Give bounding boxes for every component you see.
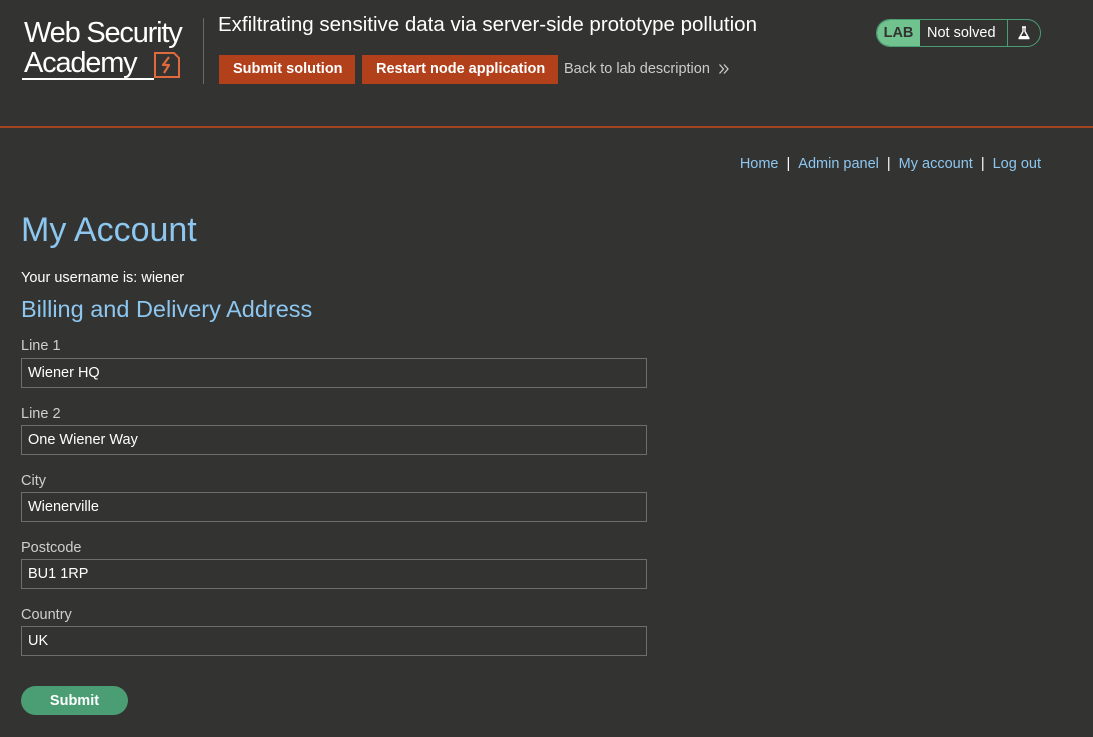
header-rule [0,126,1093,128]
nav-admin-panel-link[interactable]: Admin panel [798,156,879,172]
username-line: Your username is: wiener [21,270,185,286]
line1-label: Line 1 [21,338,61,354]
postcode-label: Postcode [21,540,82,556]
lab-header: Web Security Academy Exfiltrating sensit… [0,0,1093,128]
nav-separator: | [886,156,891,172]
logo-underline [22,78,154,80]
back-to-lab-description-link[interactable]: Back to lab description [564,61,730,77]
nav-log-out-link[interactable]: Log out [993,156,1041,172]
billing-address-heading: Billing and Delivery Address [21,296,313,322]
country-label: Country [21,607,72,623]
line1-input[interactable] [21,358,647,388]
top-navigation: Home | Admin panel | My account | Log out [740,156,1041,172]
web-security-academy-logo[interactable]: Web Security Academy [22,18,202,84]
logo-text-line1: Web Security [24,17,183,49]
double-chevron-right-icon [718,64,729,74]
submit-address-button[interactable]: Submit [21,686,128,715]
header-divider [203,18,204,84]
flask-icon [1008,20,1040,46]
lab-badge: LAB [877,20,920,46]
city-label: City [21,473,46,489]
line2-input[interactable] [21,425,647,455]
nav-home-link[interactable]: Home [740,156,779,172]
page-title: My Account [21,211,197,249]
logo-text-line2: Academy [24,47,138,79]
academy-mark-icon [154,52,180,78]
lab-status-text: Not solved [920,20,1008,46]
lab-title: Exfiltrating sensitive data via server-s… [218,13,757,36]
line2-label: Line 2 [21,406,61,422]
nav-my-account-link[interactable]: My account [899,156,973,172]
nav-separator: | [786,156,791,172]
city-input[interactable] [21,492,647,522]
country-input[interactable] [21,626,647,656]
nav-separator: | [980,156,985,172]
lab-status-widget: LAB Not solved [876,19,1041,47]
back-link-label: Back to lab description [564,61,710,77]
restart-node-application-button[interactable]: Restart node application [362,55,558,84]
postcode-input[interactable] [21,559,647,589]
submit-solution-button[interactable]: Submit solution [219,55,355,84]
